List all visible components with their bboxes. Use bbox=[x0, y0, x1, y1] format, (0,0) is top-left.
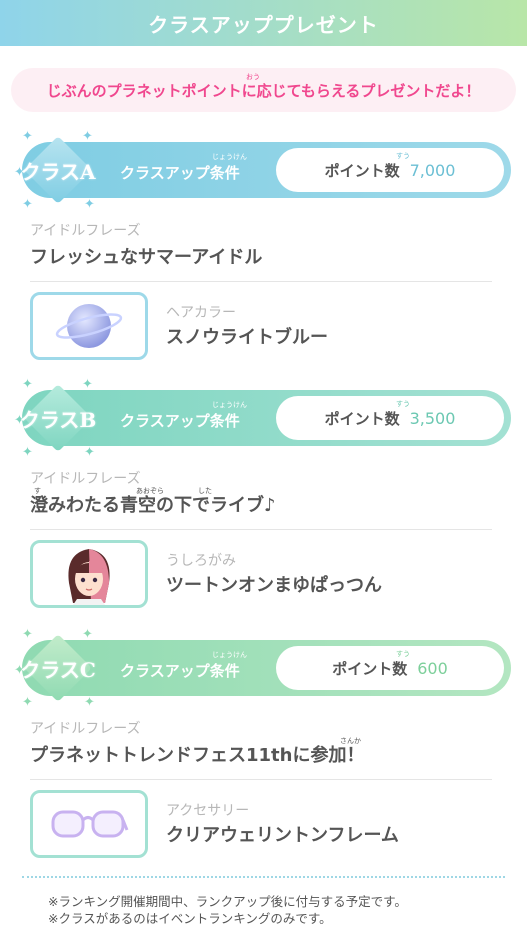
idol-phrase: プラネットトレンドフェス11thに参加！ bbox=[30, 745, 365, 766]
item-name: クリアウェリントンフレーム bbox=[166, 825, 399, 846]
phrase-category: アイドルフレーズ bbox=[30, 471, 141, 487]
page-header: クラスアッププレゼント bbox=[0, 0, 527, 46]
divider bbox=[30, 281, 492, 282]
sparkle-icon: ✦ bbox=[22, 129, 33, 144]
phrase-category: アイドルフレーズ bbox=[30, 223, 141, 239]
sparkle-icon: ✦ bbox=[84, 695, 95, 710]
points-label: ポイント数 bbox=[324, 161, 400, 180]
item-category: アクセサリー bbox=[166, 803, 250, 819]
sparkle-icon: ✦ bbox=[82, 377, 93, 392]
notice-ruby: おう bbox=[246, 73, 260, 81]
points-ruby: すう bbox=[396, 152, 410, 160]
points-value: 600 bbox=[417, 658, 448, 678]
footnote: ※ランキング開催期間中、ランクアップ後に付与する予定です。 bbox=[48, 894, 407, 909]
class-c-section: じょうけん クラスアップ条件 すう ポイント数 600 ✦ ✦ ✦ ✦ ✦ クラ… bbox=[0, 618, 527, 868]
badge-label: クラスB bbox=[19, 408, 97, 432]
item-name: ツートンオンまゆぱっつん bbox=[166, 575, 382, 596]
sparkle-icon: ✦ bbox=[84, 445, 95, 460]
points-value: 3,500 bbox=[409, 408, 456, 428]
item-thumbnail bbox=[30, 292, 148, 360]
condition-label: クラスアップ条件 bbox=[120, 662, 240, 680]
points-pill: すう ポイント数 600 bbox=[276, 646, 504, 690]
condition-label: クラスアップ条件 bbox=[120, 412, 240, 430]
class-c-badge: ✦ ✦ ✦ ✦ ✦ クラスC bbox=[12, 622, 104, 714]
points-ruby: すう bbox=[396, 400, 410, 408]
sparkle-icon: ✦ bbox=[22, 627, 33, 642]
item-name: スノウライトブルー bbox=[166, 327, 328, 348]
sparkle-icon: ✦ bbox=[82, 129, 93, 144]
glasses-icon bbox=[51, 810, 129, 838]
item-thumbnail bbox=[30, 540, 148, 608]
class-a-section: じょうけん クラスアップ条件 すう ポイント数 7,000 ✦ ✦ ✦ ✦ ✦ … bbox=[0, 120, 527, 370]
notice-banner: おう じぶんのプラネットポイントに応じてもらえるプレゼントだよ！ bbox=[11, 68, 516, 112]
badge-label: クラスA bbox=[20, 160, 96, 184]
points-value: 7,000 bbox=[409, 160, 456, 180]
page-title: クラスアッププレゼント bbox=[148, 12, 379, 37]
sparkle-icon: ✦ bbox=[22, 377, 33, 392]
points-label: ポイント数 bbox=[332, 659, 408, 678]
item-category: うしろがみ bbox=[166, 553, 236, 569]
points-ruby: すう bbox=[396, 650, 410, 658]
condition-label: クラスアップ条件 bbox=[120, 164, 240, 182]
badge-label: クラスC bbox=[20, 658, 96, 682]
phrase-category: アイドルフレーズ bbox=[30, 721, 141, 737]
class-b-badge: ✦ ✦ ✦ ✦ ✦ クラスB bbox=[12, 372, 104, 464]
sparkle-icon: ✦ bbox=[22, 445, 33, 460]
divider bbox=[30, 779, 492, 780]
sparkle-icon: ✦ bbox=[22, 197, 33, 212]
idol-phrase: フレッシュなサマーアイドル bbox=[30, 247, 263, 268]
points-label: ポイント数 bbox=[324, 409, 400, 428]
hairstyle-icon bbox=[68, 549, 110, 605]
points-pill: すう ポイント数 3,500 bbox=[276, 396, 504, 440]
footnotes: ※ランキング開催期間中、ランクアップ後に付与する予定です。 ※クラスがあるのはイ… bbox=[48, 893, 407, 927]
item-category: ヘアカラー bbox=[166, 305, 236, 321]
item-thumbnail bbox=[30, 790, 148, 858]
footnote: ※クラスがあるのはイベントランキングのみです。 bbox=[48, 911, 332, 926]
condition-ruby: じょうけん bbox=[212, 153, 247, 161]
sparkle-icon: ✦ bbox=[84, 197, 95, 212]
divider bbox=[30, 529, 492, 530]
idol-phrase: 澄みわたる青空の下でライブ♪ bbox=[30, 495, 276, 516]
condition-ruby: じょうけん bbox=[212, 651, 247, 659]
points-pill: すう ポイント数 7,000 bbox=[276, 148, 504, 192]
sparkle-icon: ✦ bbox=[82, 627, 93, 642]
class-a-badge: ✦ ✦ ✦ ✦ ✦ クラスA bbox=[12, 124, 104, 216]
sparkle-icon: ✦ bbox=[22, 695, 33, 710]
footer-divider bbox=[22, 876, 505, 878]
planet-icon bbox=[55, 304, 123, 348]
condition-ruby: じょうけん bbox=[212, 401, 247, 409]
notice-text: じぶんのプラネットポイントに応じてもらえるプレゼントだよ！ bbox=[46, 81, 481, 100]
class-b-section: じょうけん クラスアップ条件 すう ポイント数 3,500 ✦ ✦ ✦ ✦ ✦ … bbox=[0, 368, 527, 618]
